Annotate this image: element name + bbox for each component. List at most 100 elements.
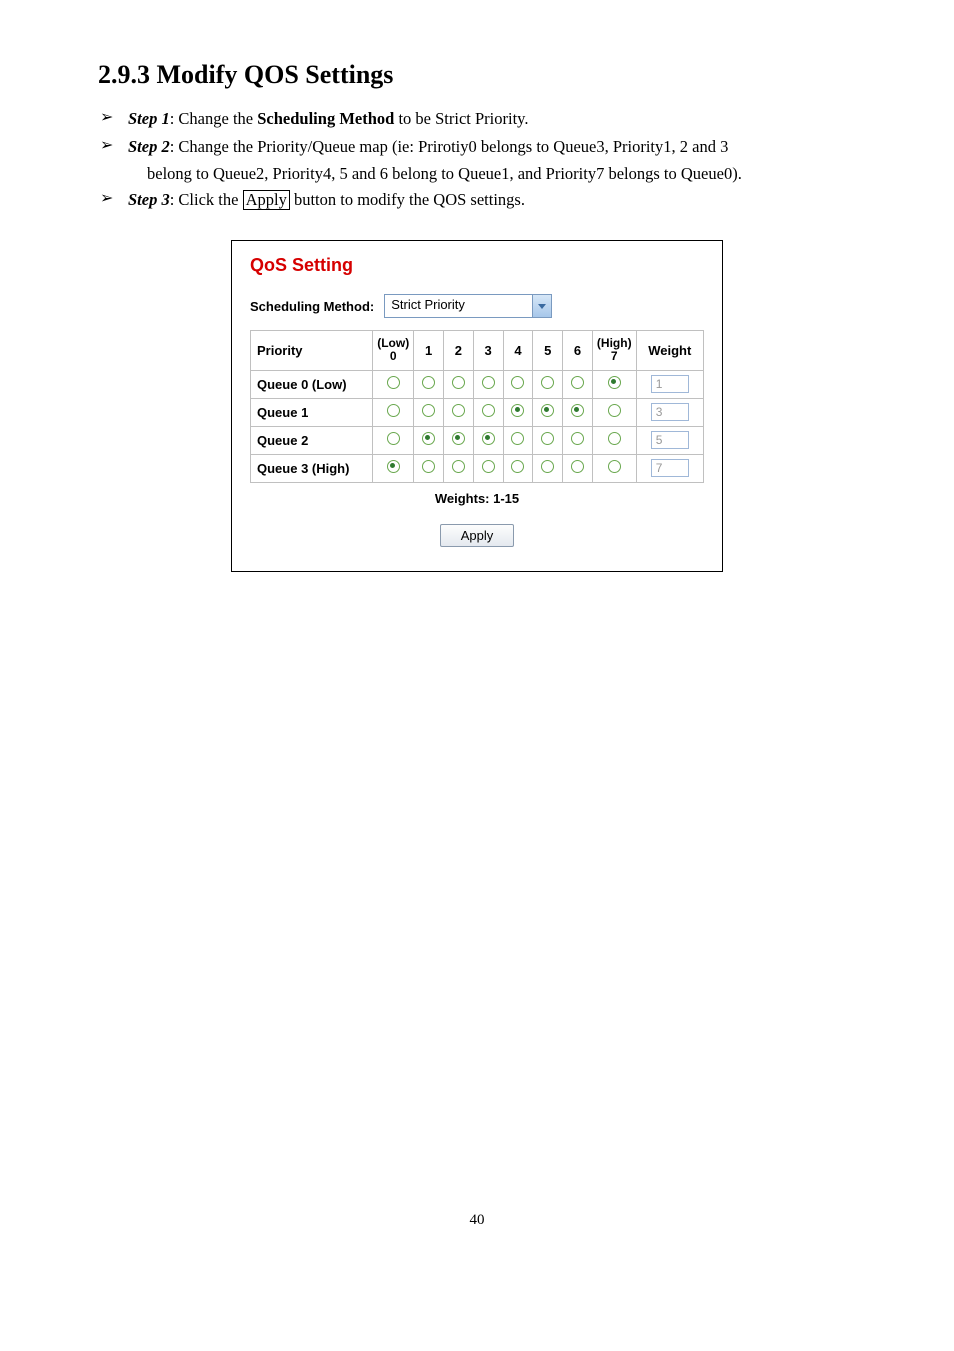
- radio-priority-4[interactable]: [511, 376, 524, 389]
- radio-priority-3[interactable]: [482, 432, 495, 445]
- radio-cell: [503, 454, 533, 482]
- step-label: Step 3: [128, 190, 170, 209]
- radio-cell: [373, 398, 414, 426]
- radio-priority-6[interactable]: [571, 404, 584, 417]
- radio-cell: [533, 398, 563, 426]
- table-row: Queue 3 (High): [251, 454, 704, 482]
- radio-cell: [533, 370, 563, 398]
- radio-cell: [473, 370, 503, 398]
- weight-input[interactable]: [651, 403, 689, 421]
- radio-priority-7[interactable]: [608, 404, 621, 417]
- scheduling-select[interactable]: Strict Priority: [384, 294, 552, 318]
- scheduling-label: Scheduling Method:: [250, 299, 374, 314]
- scheduling-row: Scheduling Method: Strict Priority: [250, 294, 704, 318]
- radio-cell: [444, 454, 474, 482]
- step-item-2: ➢ Step 2: Change the Priority/Queue map …: [98, 134, 856, 160]
- header-col-5: 5: [533, 331, 563, 370]
- radio-priority-2[interactable]: [452, 432, 465, 445]
- radio-priority-4[interactable]: [511, 432, 524, 445]
- radio-cell: [503, 426, 533, 454]
- table-row: Queue 1: [251, 398, 704, 426]
- header-high-bot: 7: [597, 350, 632, 363]
- radio-priority-1[interactable]: [422, 460, 435, 473]
- radio-priority-2[interactable]: [452, 404, 465, 417]
- radio-priority-0[interactable]: [387, 404, 400, 417]
- radio-priority-3[interactable]: [482, 404, 495, 417]
- radio-priority-3[interactable]: [482, 376, 495, 389]
- header-col-7: (High) 7: [592, 331, 636, 370]
- radio-cell: [533, 454, 563, 482]
- radio-priority-5[interactable]: [541, 460, 554, 473]
- radio-cell: [414, 426, 444, 454]
- page-number: 40: [98, 1212, 856, 1229]
- header-col-4: 4: [503, 331, 533, 370]
- radio-priority-6[interactable]: [571, 376, 584, 389]
- radio-priority-7[interactable]: [608, 432, 621, 445]
- radio-priority-7[interactable]: [608, 376, 621, 389]
- header-col-1: 1: [414, 331, 444, 370]
- header-priority: Priority: [251, 331, 373, 370]
- radio-priority-0[interactable]: [387, 376, 400, 389]
- radio-cell: [563, 398, 593, 426]
- weight-cell: [636, 398, 703, 426]
- radio-priority-1[interactable]: [422, 432, 435, 445]
- header-col-2: 2: [444, 331, 474, 370]
- step-content: Step 1: Change the Scheduling Method to …: [128, 106, 856, 132]
- radio-priority-1[interactable]: [422, 404, 435, 417]
- weight-input[interactable]: [651, 459, 689, 477]
- header-col-3: 3: [473, 331, 503, 370]
- radio-cell: [414, 370, 444, 398]
- radio-priority-5[interactable]: [541, 432, 554, 445]
- weights-label: Weights: 1-15: [250, 491, 704, 506]
- bullet-icon: ➢: [98, 187, 128, 212]
- radio-cell: [592, 398, 636, 426]
- radio-cell: [592, 454, 636, 482]
- table-row: Queue 0 (Low): [251, 370, 704, 398]
- radio-cell: [563, 426, 593, 454]
- table-header-row: Priority (Low) 0 1 2 3 4 5 6 (High) 7: [251, 331, 704, 370]
- radio-cell: [592, 426, 636, 454]
- radio-priority-6[interactable]: [571, 432, 584, 445]
- step-subline: belong to Queue2, Priority4, 5 and 6 bel…: [98, 161, 856, 187]
- radio-priority-5[interactable]: [541, 404, 554, 417]
- chevron-down-icon: [532, 295, 551, 317]
- panel-title: QoS Setting: [250, 255, 704, 276]
- radio-cell: [373, 454, 414, 482]
- header-low-bot: 0: [377, 350, 409, 363]
- radio-priority-0[interactable]: [387, 460, 400, 473]
- qos-table: Priority (Low) 0 1 2 3 4 5 6 (High) 7: [250, 330, 704, 482]
- radio-priority-2[interactable]: [452, 460, 465, 473]
- radio-cell: [592, 370, 636, 398]
- radio-cell: [563, 454, 593, 482]
- apply-button[interactable]: Apply: [440, 524, 515, 547]
- radio-priority-1[interactable]: [422, 376, 435, 389]
- radio-cell: [473, 454, 503, 482]
- header-weight: Weight: [636, 331, 703, 370]
- weight-cell: [636, 454, 703, 482]
- radio-cell: [533, 426, 563, 454]
- bullet-icon: ➢: [98, 106, 128, 131]
- radio-priority-4[interactable]: [511, 460, 524, 473]
- step-text: : Click the: [170, 190, 243, 209]
- weight-cell: [636, 370, 703, 398]
- radio-priority-3[interactable]: [482, 460, 495, 473]
- radio-priority-7[interactable]: [608, 460, 621, 473]
- weight-input[interactable]: [651, 375, 689, 393]
- step-item-3: ➢ Step 3: Click the Apply button to modi…: [98, 187, 856, 213]
- radio-priority-4[interactable]: [511, 404, 524, 417]
- step-content: Step 2: Change the Priority/Queue map (i…: [128, 134, 856, 160]
- radio-priority-6[interactable]: [571, 460, 584, 473]
- radio-priority-5[interactable]: [541, 376, 554, 389]
- radio-cell: [503, 398, 533, 426]
- radio-cell: [373, 370, 414, 398]
- step-content: Step 3: Click the Apply button to modify…: [128, 187, 856, 213]
- step-text: : Change the: [170, 109, 258, 128]
- radio-cell: [473, 398, 503, 426]
- radio-priority-0[interactable]: [387, 432, 400, 445]
- qos-panel: QoS Setting Scheduling Method: Strict Pr…: [231, 240, 723, 571]
- radio-priority-2[interactable]: [452, 376, 465, 389]
- page: 2.9.3 Modify QOS Settings ➢ Step 1: Chan…: [0, 0, 954, 1269]
- apply-reference: Apply: [243, 190, 290, 210]
- weight-input[interactable]: [651, 431, 689, 449]
- radio-cell: [373, 426, 414, 454]
